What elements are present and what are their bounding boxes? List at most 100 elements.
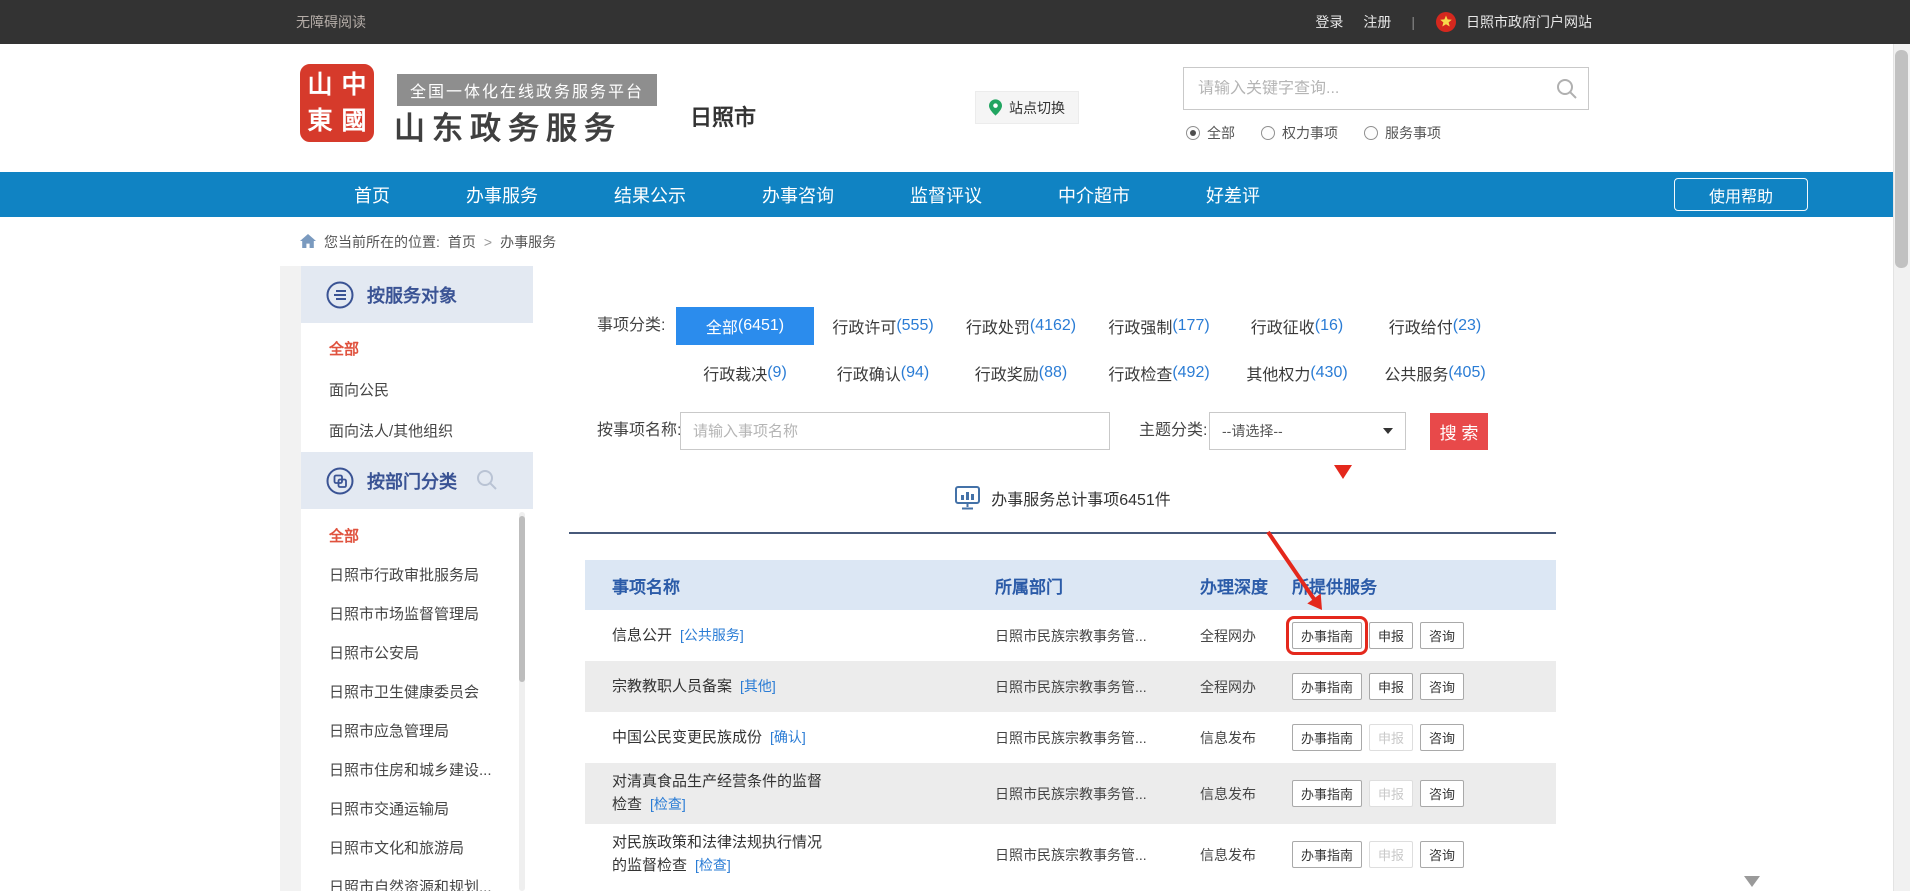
scroll-down-indicator[interactable]: [1744, 876, 1760, 887]
nav-item-home[interactable]: 首页: [354, 182, 390, 208]
page: 无障碍阅读 登录 注册 | 日照市政府门户网站 山 中 東 國 全国一体: [0, 0, 1910, 891]
item-search-button[interactable]: 搜 索: [1430, 413, 1488, 450]
item-name: 对清真食品生产经营条件的监督检查: [612, 773, 822, 813]
sidebar-item-all-objects[interactable]: 全部: [301, 329, 533, 370]
item-depth: 全程网办: [1173, 677, 1265, 697]
filter-chip-public-service[interactable]: 公共服务(405): [1366, 354, 1504, 392]
sidebar-item-department[interactable]: 日照市市场监督管理局: [301, 595, 533, 634]
table-row: 对清真食品生产经营条件的监督检查[检查] 日照市民族宗教事务管... 信息发布 …: [585, 763, 1556, 824]
item-type-link[interactable]: [检查]: [650, 796, 686, 812]
department-list: 全部 日照市行政审批服务局 日照市市场监督管理局 日照市公安局 日照市卫生健康委…: [301, 509, 533, 891]
sidebar-item-department[interactable]: 日照市卫生健康委员会: [301, 673, 533, 712]
item-name-input[interactable]: [680, 412, 1110, 450]
item-depth: 信息发布: [1173, 845, 1265, 865]
consult-button[interactable]: 咨询: [1420, 780, 1464, 807]
nav-item-results[interactable]: 结果公示: [614, 182, 686, 208]
red-cursor-annotation: [1334, 465, 1352, 479]
dropdown-arrow-icon: [1383, 428, 1393, 434]
table-row: 中国公民变更民族成份[确认] 日照市民族宗教事务管... 信息发布 办事指南 申…: [585, 712, 1556, 763]
scope-option-service[interactable]: 服务事项: [1364, 123, 1441, 143]
apply-button[interactable]: 申报: [1369, 622, 1413, 649]
table-row: 宗教教职人员备案[其他] 日照市民族宗教事务管... 全程网办 办事指南 申报 …: [585, 661, 1556, 712]
left-gutter: [280, 266, 301, 891]
guide-button[interactable]: 办事指南: [1292, 673, 1362, 700]
filter-chip-inspection[interactable]: 行政检查(492): [1090, 354, 1228, 392]
sidebar-item-department[interactable]: 日照市自然资源和规划...: [301, 868, 533, 891]
filter-chip-license[interactable]: 行政许可(555): [814, 307, 952, 345]
national-emblem-icon: [1435, 11, 1457, 33]
item-type-link[interactable]: [其他]: [740, 678, 776, 694]
item-name: 中国公民变更民族成份: [612, 729, 762, 746]
stats-chart-icon: [954, 485, 981, 511]
filter-chip-levy[interactable]: 行政征收(16): [1228, 307, 1366, 345]
scope-option-power[interactable]: 权力事项: [1261, 123, 1338, 143]
nav-item-supervision[interactable]: 监督评议: [910, 182, 982, 208]
register-link[interactable]: 注册: [1363, 12, 1391, 32]
breadcrumb-current[interactable]: 办事服务: [500, 232, 556, 252]
department-category-icon: [325, 466, 355, 496]
filter-chip-all[interactable]: 全部(6451): [676, 307, 814, 345]
department-search-icon[interactable]: [475, 468, 499, 492]
radio-checked-icon[interactable]: [1186, 126, 1200, 140]
guide-button[interactable]: 办事指南: [1292, 622, 1362, 649]
portal-link[interactable]: 日照市政府门户网站: [1435, 11, 1592, 33]
filter-chip-reward[interactable]: 行政奖励(88): [952, 354, 1090, 392]
sidebar-item-department[interactable]: 日照市行政审批服务局: [301, 556, 533, 595]
main-nav: 首页 办事服务 结果公示 办事咨询 监督评议 中介超市 好差评 使用帮助: [0, 172, 1910, 217]
item-name-label: 按事项名称:: [597, 412, 681, 450]
consult-button[interactable]: 咨询: [1420, 841, 1464, 868]
sidebar-scrollbar-thumb[interactable]: [519, 516, 525, 682]
item-department: 日照市民族宗教事务管...: [968, 728, 1173, 748]
service-object-list: 全部 面向公民 面向法人/其他组织: [301, 323, 533, 452]
search-scope-options: 全部 权力事项 服务事项: [1186, 123, 1441, 143]
stats-line: 办事服务总计事项6451件: [569, 485, 1556, 511]
sidebar-section-service-object[interactable]: 按服务对象: [301, 266, 533, 323]
item-type-link[interactable]: [公共服务]: [680, 627, 744, 643]
guide-button[interactable]: 办事指南: [1292, 780, 1362, 807]
help-button[interactable]: 使用帮助: [1674, 178, 1808, 211]
sidebar-item-department[interactable]: 日照市公安局: [301, 634, 533, 673]
filter-chip-confirmation[interactable]: 行政确认(94): [814, 354, 952, 392]
items-table: 事项名称 所属部门 办理深度 所提供服务 信息公开[公共服务] 日照市民族宗教事…: [585, 560, 1556, 885]
filter-chip-adjudication[interactable]: 行政裁决(9): [676, 354, 814, 392]
col-header-depth: 办理深度: [1173, 573, 1265, 598]
sidebar-section-department[interactable]: 按部门分类: [301, 452, 533, 509]
sidebar-item-all-departments[interactable]: 全部: [301, 517, 533, 556]
filter-chip-penalty[interactable]: 行政处罚(4162): [952, 307, 1090, 345]
search-icon[interactable]: [1556, 78, 1578, 100]
nav-item-services[interactable]: 办事服务: [466, 182, 538, 208]
nav-item-consult[interactable]: 办事咨询: [762, 182, 834, 208]
sidebar-item-department[interactable]: 日照市住房和城乡建设...: [301, 751, 533, 790]
consult-button[interactable]: 咨询: [1420, 673, 1464, 700]
item-type-link[interactable]: [检查]: [695, 857, 731, 873]
consult-button[interactable]: 咨询: [1420, 724, 1464, 751]
accessibility-link[interactable]: 无障碍阅读: [296, 12, 366, 32]
sidebar-item-legal-persons[interactable]: 面向法人/其他组织: [301, 411, 533, 452]
keyword-search-input[interactable]: [1184, 80, 1556, 98]
filter-chip-coercion[interactable]: 行政强制(177): [1090, 307, 1228, 345]
sidebar-item-citizens[interactable]: 面向公民: [301, 370, 533, 411]
item-category-label: 事项分类:: [597, 307, 665, 345]
guide-button[interactable]: 办事指南: [1292, 841, 1362, 868]
site-switch-button[interactable]: 站点切换: [975, 91, 1079, 124]
topic-select[interactable]: --请选择--: [1209, 412, 1406, 450]
scope-option-all[interactable]: 全部: [1186, 123, 1235, 143]
breadcrumb-home-link[interactable]: 首页: [448, 232, 476, 252]
apply-button[interactable]: 申报: [1369, 673, 1413, 700]
guide-button[interactable]: 办事指南: [1292, 724, 1362, 751]
radio-icon[interactable]: [1261, 126, 1275, 140]
category-filter-row-1: 全部(6451) 行政许可(555) 行政处罚(4162) 行政强制(177) …: [676, 307, 1504, 345]
sidebar-item-department[interactable]: 日照市交通运输局: [301, 790, 533, 829]
nav-item-intermediary[interactable]: 中介超市: [1058, 182, 1130, 208]
item-type-link[interactable]: [确认]: [770, 729, 806, 745]
radio-icon[interactable]: [1364, 126, 1378, 140]
login-link[interactable]: 登录: [1315, 12, 1343, 32]
topbar-divider: |: [1411, 14, 1415, 30]
sidebar-item-department[interactable]: 日照市文化和旅游局: [301, 829, 533, 868]
nav-item-rating[interactable]: 好差评: [1206, 182, 1260, 208]
sidebar-item-department[interactable]: 日照市应急管理局: [301, 712, 533, 751]
filter-chip-other-power[interactable]: 其他权力(430): [1228, 354, 1366, 392]
filter-chip-payment[interactable]: 行政给付(23): [1366, 307, 1504, 345]
consult-button[interactable]: 咨询: [1420, 622, 1464, 649]
page-scrollbar-thumb[interactable]: [1895, 50, 1908, 268]
